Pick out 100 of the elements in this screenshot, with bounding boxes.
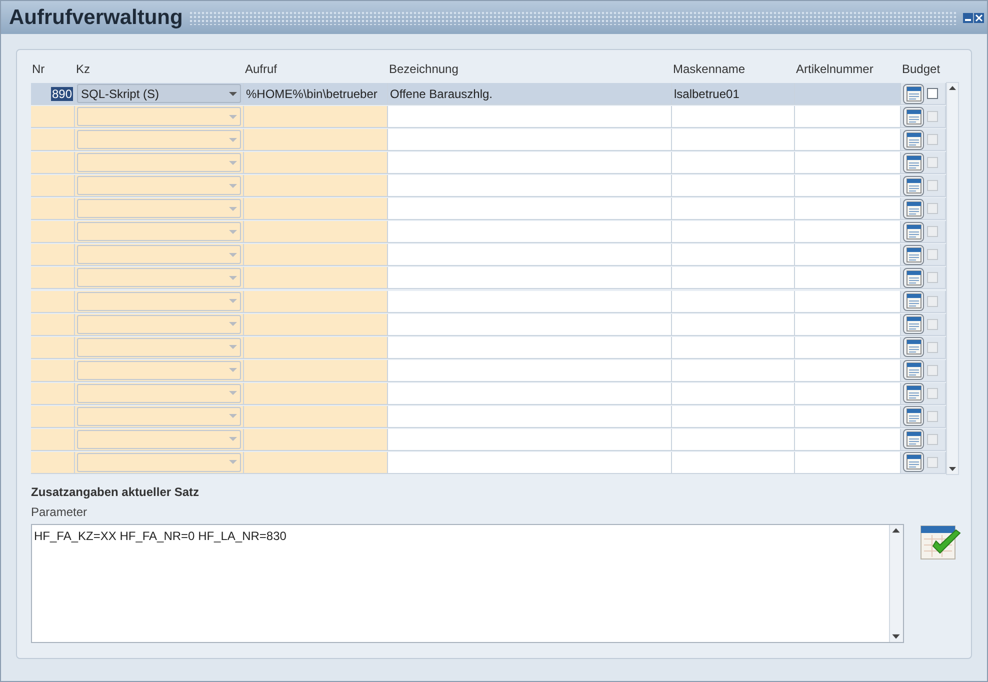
grid-field[interactable]: [244, 314, 388, 336]
grid-field[interactable]: [244, 175, 388, 198]
grid-field[interactable]: %HOME%\bin\betrueber: [244, 83, 388, 106]
calendar-button[interactable]: [903, 268, 924, 288]
grid-field[interactable]: [244, 106, 388, 128]
calendar-button[interactable]: [903, 291, 924, 311]
calendar-button[interactable]: [903, 452, 924, 472]
calendar-button[interactable]: [903, 222, 924, 242]
grid-field[interactable]: [672, 129, 795, 152]
grid-field[interactable]: [388, 452, 672, 474]
calendar-button[interactable]: [903, 198, 924, 219]
calendar-button[interactable]: [903, 84, 924, 104]
grid-field[interactable]: [244, 129, 388, 152]
grid-field[interactable]: [795, 452, 901, 474]
kz-dropdown[interactable]: [77, 107, 241, 126]
grid-field[interactable]: [244, 152, 388, 174]
calendar-button[interactable]: [903, 314, 924, 334]
kz-dropdown[interactable]: [77, 360, 241, 380]
grid-field[interactable]: [795, 152, 901, 174]
grid-field[interactable]: [244, 198, 388, 220]
grid-field[interactable]: [388, 314, 672, 336]
grid-field[interactable]: [244, 336, 388, 359]
grid-field[interactable]: [672, 106, 795, 128]
grid-field[interactable]: [388, 267, 672, 290]
grid-field[interactable]: [388, 382, 672, 405]
kz-dropdown[interactable]: [77, 176, 241, 196]
kz-dropdown[interactable]: [77, 245, 241, 264]
calendar-button[interactable]: [903, 337, 924, 358]
grid-field[interactable]: [388, 175, 672, 198]
parameter-field[interactable]: HF_FA_KZ=XX HF_FA_NR=0 HF_LA_NR=830: [31, 524, 904, 643]
kz-dropdown[interactable]: [77, 130, 241, 150]
kz-dropdown[interactable]: [77, 314, 241, 334]
grid-field[interactable]: [244, 267, 388, 290]
grid-field[interactable]: lsalbetrue01: [672, 83, 795, 106]
grid-field[interactable]: [795, 290, 901, 312]
grid-field[interactable]: [672, 175, 795, 198]
kz-dropdown[interactable]: [77, 268, 241, 288]
calendar-button[interactable]: [903, 406, 924, 426]
grid-field[interactable]: [672, 152, 795, 174]
kz-dropdown[interactable]: [77, 384, 241, 403]
grid-field[interactable]: [388, 428, 672, 451]
grid-field[interactable]: [795, 382, 901, 405]
calendar-button[interactable]: [903, 152, 924, 173]
grid-field[interactable]: [795, 314, 901, 336]
grid-field[interactable]: [388, 244, 672, 266]
calendar-button[interactable]: [903, 130, 924, 150]
grid-field[interactable]: [244, 406, 388, 428]
grid-field[interactable]: [244, 290, 388, 312]
grid-field[interactable]: [672, 290, 795, 312]
grid-field[interactable]: [388, 221, 672, 244]
grid-field[interactable]: [388, 152, 672, 174]
calendar-button[interactable]: [903, 106, 924, 127]
budget-checkbox[interactable]: [927, 88, 938, 100]
grid-field[interactable]: [388, 129, 672, 152]
grid-field[interactable]: [388, 290, 672, 312]
grid-field[interactable]: [672, 360, 795, 382]
grid-field[interactable]: [244, 244, 388, 266]
grid-field[interactable]: [244, 452, 388, 474]
grid-field[interactable]: [795, 267, 901, 290]
kz-dropdown[interactable]: [77, 153, 241, 172]
grid-field[interactable]: [672, 221, 795, 244]
grid-field[interactable]: [795, 244, 901, 266]
grid-field[interactable]: [672, 267, 795, 290]
kz-dropdown[interactable]: [77, 222, 241, 242]
grid-field[interactable]: [672, 382, 795, 405]
grid-field[interactable]: [244, 360, 388, 382]
grid-field[interactable]: [795, 428, 901, 451]
grid-field[interactable]: [388, 360, 672, 382]
minimize-icon[interactable]: [963, 12, 973, 22]
grid-field[interactable]: [795, 175, 901, 198]
calendar-button[interactable]: [903, 244, 924, 265]
grid-field[interactable]: [244, 221, 388, 244]
kz-dropdown[interactable]: [77, 199, 241, 218]
grid-field[interactable]: [388, 106, 672, 128]
grid-field[interactable]: [672, 314, 795, 336]
grid-field[interactable]: [795, 336, 901, 359]
calendar-button[interactable]: [903, 383, 924, 404]
grid-field[interactable]: 890: [31, 83, 75, 106]
grid-field[interactable]: Offene Barauszhlg.: [388, 83, 672, 106]
grid-field[interactable]: [795, 129, 901, 152]
kz-dropdown[interactable]: [77, 292, 241, 310]
kz-dropdown[interactable]: [77, 406, 241, 426]
grid-field[interactable]: [795, 83, 901, 106]
grid-field[interactable]: [795, 198, 901, 220]
grid-field[interactable]: [388, 406, 672, 428]
calendar-button[interactable]: [903, 360, 924, 380]
grid-field[interactable]: [672, 428, 795, 451]
kz-dropdown[interactable]: [77, 430, 241, 449]
close-icon[interactable]: [974, 12, 984, 22]
grid-field[interactable]: [388, 198, 672, 220]
kz-dropdown[interactable]: [77, 338, 241, 357]
grid-field[interactable]: [795, 406, 901, 428]
grid-field[interactable]: [795, 106, 901, 128]
grid-field[interactable]: [244, 428, 388, 451]
grid-field[interactable]: [795, 360, 901, 382]
calendar-button[interactable]: [903, 429, 924, 450]
scrollbar[interactable]: [946, 82, 959, 475]
grid-field[interactable]: [388, 336, 672, 359]
grid-field[interactable]: [672, 198, 795, 220]
kz-dropdown[interactable]: SQL-Skript (S): [77, 84, 241, 104]
